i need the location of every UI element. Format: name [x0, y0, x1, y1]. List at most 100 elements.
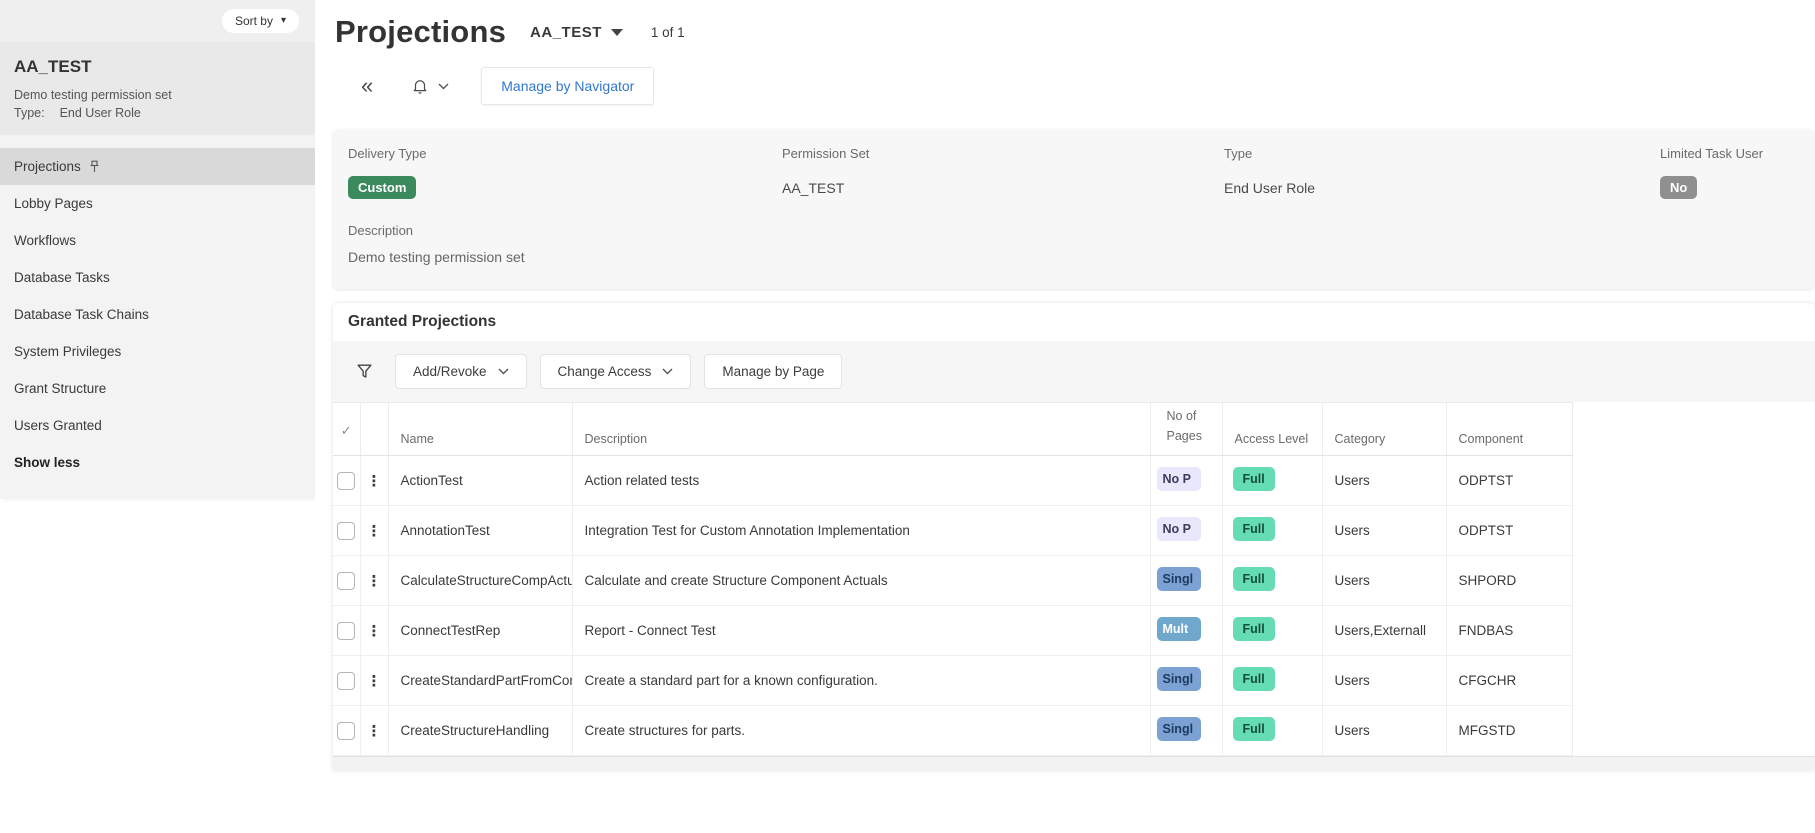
cell-category: Users [1322, 555, 1447, 606]
column-header-category: Category [1322, 402, 1447, 456]
row-checkbox[interactable] [337, 521, 356, 540]
collapse-panel-button[interactable]: « [347, 75, 387, 97]
record-count: 1 of 1 [650, 24, 685, 40]
filter-button[interactable] [347, 358, 382, 385]
table-row: ⋮ CreateStructureHandling Create structu… [333, 705, 1573, 756]
cell-description: Create structures for parts. [572, 705, 1151, 756]
pages-badge: Singl [1156, 667, 1201, 691]
kebab-menu-icon[interactable]: ⋮ [367, 723, 382, 740]
row-checkbox[interactable] [337, 621, 356, 640]
field-type: Type End User Role [1224, 146, 1316, 196]
table-row: ⋮ CalculateStructureCompActualsH Calcula… [333, 555, 1573, 606]
cell-description: Calculate and create Structure Component… [572, 555, 1151, 606]
table-row: ⋮ ConnectTestRep Report - Connect Test M… [333, 605, 1573, 656]
pages-badge: No P [1156, 517, 1201, 541]
sidebar-show-less[interactable]: Show less [0, 444, 315, 481]
sort-by-button[interactable]: Sort by ▾ [221, 9, 299, 33]
row-checkbox[interactable] [337, 721, 356, 740]
table-row: ⋮ AnnotationTest Integration Test for Cu… [333, 505, 1573, 556]
access-level-badge: Full [1232, 567, 1275, 591]
cell-component: CFGCHR [1446, 655, 1573, 706]
projections-table-body: ⋮ ActionTest Action related tests No P F… [333, 455, 1573, 756]
pages-badge: Singl [1156, 567, 1201, 591]
pin-icon [89, 160, 100, 173]
notifications-button[interactable] [401, 76, 459, 96]
sidebar-item-system-privileges[interactable]: System Privileges [0, 333, 315, 370]
grid-toolbar: Add/Revoke Change Access Manage by Page [333, 341, 1815, 402]
table-header-row: ✓ Name Description No of Pages Access Le… [333, 402, 1573, 456]
record-selector[interactable]: AA_TEST [530, 24, 623, 41]
page-title: Projections [335, 14, 507, 49]
change-access-button[interactable]: Change Access [539, 354, 692, 389]
bell-icon [411, 76, 429, 96]
main-content: Projections AA_TEST 1 of 1 « Manage by N… [315, 0, 1815, 833]
sidebar: Sort by ▾ AA_TEST Demo testing permissio… [0, 0, 315, 499]
cell-category: Users [1322, 505, 1447, 556]
record-selector-value: AA_TEST [530, 23, 602, 41]
delivery-type-badge: Custom [348, 176, 417, 199]
kebab-menu-icon[interactable]: ⋮ [367, 523, 382, 540]
cell-category: Users [1322, 655, 1447, 706]
access-level-badge: Full [1232, 717, 1275, 741]
type-value: End User Role [59, 106, 141, 120]
field-permission-set: Permission Set AA_TEST [782, 146, 870, 196]
cell-name: CalculateStructureCompActualsH [388, 555, 573, 606]
sidebar-item-lobby-pages[interactable]: Lobby Pages [0, 185, 315, 222]
cell-name: CreateStandardPartFromConfigu [388, 655, 573, 706]
cell-name: ConnectTestRep [388, 605, 573, 656]
sidebar-item-grant-structure[interactable]: Grant Structure [0, 370, 315, 407]
limited-task-user-badge: No [1660, 176, 1698, 199]
cell-description: Action related tests [572, 455, 1151, 506]
sidebar-item-database-tasks[interactable]: Database Tasks [0, 259, 315, 296]
column-header-name: Name [388, 402, 573, 456]
cell-category: Users [1322, 705, 1447, 756]
sort-by-label: Sort by [234, 14, 273, 28]
column-header-component: Component [1446, 402, 1573, 456]
sidebar-item-projections[interactable]: Projections [0, 148, 315, 185]
row-checkbox[interactable] [337, 671, 356, 690]
table-row: ⋮ ActionTest Action related tests No P F… [333, 455, 1573, 506]
sidebar-topband: Sort by ▾ [0, 0, 315, 42]
row-checkbox[interactable] [337, 471, 356, 490]
sidebar-item-users-granted[interactable]: Users Granted [0, 407, 315, 444]
access-level-badge: Full [1232, 467, 1275, 491]
cell-component: ODPTST [1446, 505, 1573, 556]
chevron-down-icon [498, 368, 509, 375]
caret-down-icon [610, 28, 623, 36]
cell-description: Report - Connect Test [572, 605, 1151, 656]
select-all-checkbox[interactable]: ✓ [333, 402, 361, 456]
cell-category: Users,Externall [1322, 605, 1447, 656]
column-header-pages: No of Pages [1150, 402, 1223, 456]
type-label: Type: [14, 106, 45, 120]
row-checkbox[interactable] [337, 571, 356, 590]
chevron-down-icon [438, 83, 449, 90]
manage-by-navigator-button[interactable]: Manage by Navigator [481, 67, 655, 105]
sidebar-item-database-task-chains[interactable]: Database Task Chains [0, 296, 315, 333]
kebab-menu-icon[interactable]: ⋮ [367, 623, 382, 640]
cell-component: FNDBAS [1446, 605, 1573, 656]
access-level-badge: Full [1232, 617, 1275, 641]
sidebar-item-workflows[interactable]: Workflows [0, 222, 315, 259]
access-level-badge: Full [1232, 667, 1275, 691]
kebab-menu-icon[interactable]: ⋮ [367, 573, 382, 590]
cell-component: ODPTST [1446, 455, 1573, 506]
manage-by-page-button[interactable]: Manage by Page [704, 354, 843, 389]
cell-component: MFGSTD [1446, 705, 1573, 756]
cell-name: CreateStructureHandling [388, 705, 573, 756]
table-row: ⋮ CreateStandardPartFromConfigu Create a… [333, 655, 1573, 706]
access-level-badge: Full [1232, 517, 1275, 541]
cell-name: ActionTest [388, 455, 573, 506]
permission-set-card: AA_TEST Demo testing permission set Type… [0, 42, 315, 135]
column-header-description: Description [572, 402, 1151, 456]
pages-badge: Mult [1156, 617, 1201, 641]
sidebar-nav: Projections Lobby Pages Workflows Databa… [0, 135, 315, 481]
kebab-menu-icon[interactable]: ⋮ [367, 673, 382, 690]
kebab-menu-icon[interactable]: ⋮ [367, 473, 382, 490]
granted-projections-section: Granted Projections Add/Revoke Change Ac… [333, 303, 1815, 770]
horizontal-scrollbar[interactable] [333, 756, 1815, 770]
add-revoke-button[interactable]: Add/Revoke [395, 354, 527, 389]
permission-set-description: Demo testing permission set [14, 88, 172, 102]
cell-description: Create a standard part for a known confi… [572, 655, 1151, 706]
column-header-access: Access Level [1222, 402, 1323, 456]
chevron-down-icon [662, 368, 673, 375]
